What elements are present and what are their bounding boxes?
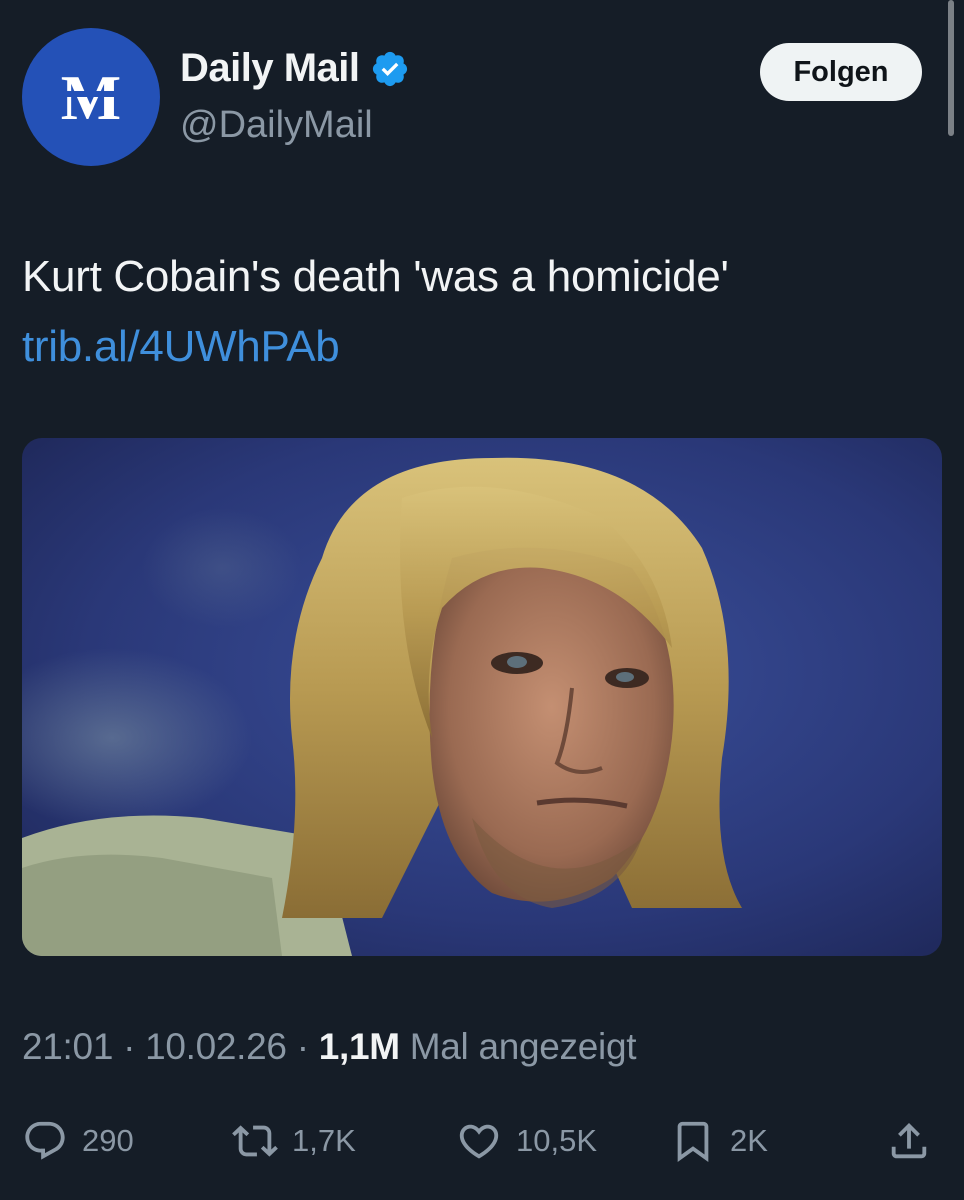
- repost-button[interactable]: 1,7K: [232, 1118, 356, 1164]
- bookmark-icon: [677, 1121, 709, 1162]
- like-button[interactable]: 10,5K: [456, 1118, 597, 1164]
- account-handle[interactable]: @DailyMail: [180, 104, 373, 147]
- meta-separator: ·: [113, 1026, 146, 1067]
- tweet-meta: 21:01 · 10.02.26 · 1,1M Mal angezeigt: [22, 1026, 637, 1068]
- like-count: 10,5K: [516, 1123, 598, 1158]
- daily-mail-logo-icon: M: [59, 62, 123, 133]
- reply-icon: [25, 1121, 65, 1160]
- tweet-image[interactable]: [22, 438, 942, 956]
- view-count[interactable]: 1,1M: [319, 1026, 400, 1067]
- scrollbar[interactable]: [948, 0, 954, 136]
- tweet-date[interactable]: 10.02.26: [145, 1026, 287, 1067]
- share-icon: [891, 1122, 927, 1159]
- bookmark-count: 2K: [730, 1123, 768, 1158]
- svg-text:M: M: [61, 62, 121, 133]
- share-button[interactable]: [886, 1118, 932, 1164]
- repost-icon: [232, 1125, 278, 1157]
- account-name[interactable]: Daily Mail: [180, 46, 360, 91]
- tweet-time[interactable]: 21:01: [22, 1026, 113, 1067]
- heart-icon: [459, 1124, 499, 1159]
- reply-count: 290: [82, 1123, 134, 1158]
- view-label: Mal angezeigt: [399, 1026, 637, 1067]
- repost-count: 1,7K: [292, 1123, 356, 1158]
- avatar[interactable]: M: [22, 28, 160, 166]
- account-name-row: Daily Mail: [180, 46, 410, 91]
- tweet-text: Kurt Cobain's death 'was a homicide': [22, 252, 729, 301]
- tweet-link[interactable]: trib.al/4UWhPAb: [22, 322, 340, 372]
- bookmark-button[interactable]: 2K: [670, 1118, 768, 1164]
- follow-button[interactable]: Folgen: [760, 43, 922, 101]
- portrait-photo: [22, 438, 942, 956]
- meta-separator: ·: [286, 1026, 319, 1067]
- verified-badge-icon[interactable]: [370, 49, 410, 89]
- reply-button[interactable]: 290: [22, 1118, 134, 1164]
